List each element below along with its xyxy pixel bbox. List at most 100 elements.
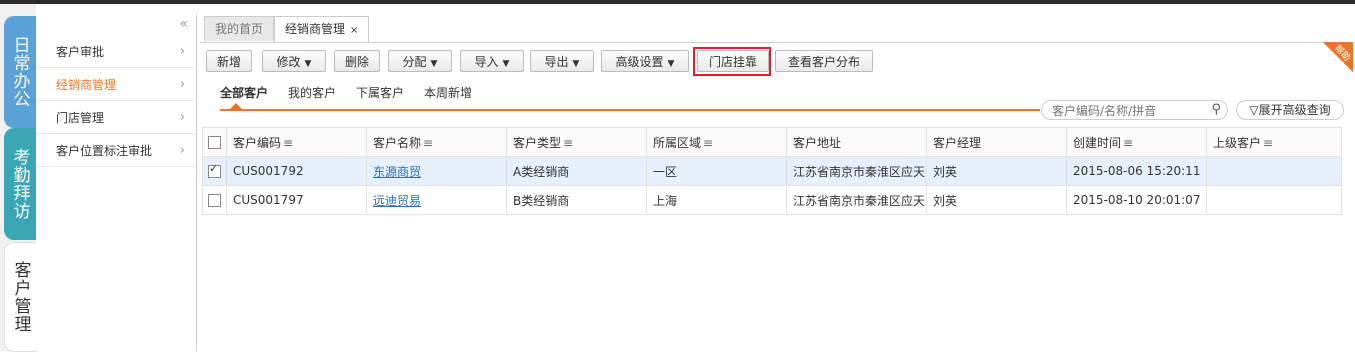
column-label: 客户类型 — [513, 135, 562, 150]
module-tab-attendance[interactable]: 考勤拜访 — [4, 128, 36, 240]
row-checkbox[interactable] — [208, 162, 221, 178]
menu-item-dealer-management[interactable]: 经销商管理 › — [36, 69, 195, 101]
column-label: 客户编码 — [233, 135, 282, 150]
cell-name: 东源商贸 — [366, 156, 507, 186]
column-header[interactable]: 上级客户 ≡ — [1206, 127, 1342, 157]
column-header[interactable]: 所属区域 ≡ — [646, 127, 787, 157]
import-label: 导入 — [474, 55, 499, 69]
chevron-right-icon: › — [179, 44, 185, 59]
tab-home[interactable]: 我的首页 — [204, 16, 275, 41]
customer-name-link[interactable]: 东源商贸 — [373, 165, 421, 179]
edit-label: 修改 — [276, 55, 301, 69]
tab-all-customers[interactable]: 全部客户 — [220, 84, 268, 101]
menu-item-customer-approval[interactable]: 客户审批 › — [36, 36, 195, 68]
module-tab-daily-office[interactable]: 日常办公 — [4, 16, 36, 128]
tab-my-customers[interactable]: 我的客户 — [288, 84, 336, 101]
menu-item-label: 客户审批 — [56, 45, 105, 59]
assign-button[interactable]: 分配 ▼ — [388, 50, 452, 72]
menu-item-label: 客户位置标注审批 — [56, 144, 153, 158]
search-input[interactable] — [1050, 102, 1204, 120]
sub-menu: « 客户审批 › 经销商管理 › 门店管理 › 客户位置标注审批 › — [36, 14, 197, 351]
search-box: ⚲ — [1041, 100, 1228, 120]
column-label: 创建时间 — [1073, 135, 1122, 150]
import-button[interactable]: 导入 ▼ — [460, 50, 524, 72]
cell-parent — [1206, 185, 1342, 215]
row-select-cell — [202, 156, 227, 186]
cell-code: CUS001797 — [226, 185, 367, 215]
column-header[interactable]: 创建时间 ≡ — [1066, 127, 1207, 157]
top-border — [0, 0, 1355, 4]
column-label: 上级客户 — [1213, 135, 1262, 150]
tab-dealer-management[interactable]: 经销商管理 × — [274, 16, 370, 42]
cell-address: 江苏省南京市秦淮区应天 — [786, 156, 927, 186]
sort-icon: ≡ — [283, 135, 294, 150]
advanced-settings-button[interactable]: 高级设置 ▼ — [601, 50, 689, 72]
help-corner[interactable]: 帮助 — [1323, 42, 1353, 72]
menu-item-location-approval[interactable]: 客户位置标注审批 › — [36, 135, 195, 167]
customer-table: 客户编码 ≡ 客户名称 ≡ 客户类型 ≡ 所属区域 ≡ 客户地址 客户经理 创建时间 ≡ … — [202, 127, 1342, 215]
module-tabs: 日常办公 考勤拜访 客户管理 — [0, 4, 37, 352]
cell-created: 2015-08-06 15:20:11 — [1066, 156, 1207, 186]
select-all-checkbox[interactable] — [208, 136, 221, 149]
advanced-query-label: 展开高级查询 — [1258, 103, 1331, 117]
table-header-row: 客户编码 ≡ 客户名称 ≡ 客户类型 ≡ 所属区域 ≡ 客户地址 客户经理 创建时间 ≡ … — [202, 127, 1342, 157]
export-label: 导出 — [544, 55, 569, 69]
search-icon[interactable]: ⚲ — [1211, 102, 1221, 117]
table-row[interactable]: CUS001792 东源商贸 A类经销商 一区 江苏省南京市秦淮区应天 刘英 2… — [202, 156, 1342, 186]
highlight-box — [693, 47, 771, 76]
customer-name-link[interactable]: 远迪贸易 — [373, 194, 421, 208]
tabs-underline — [220, 109, 1040, 111]
assign-label: 分配 — [402, 55, 427, 69]
cell-code: CUS001792 — [226, 156, 367, 186]
cell-type: B类经销商 — [506, 185, 647, 215]
dropdown-arrow-icon: ▼ — [667, 59, 675, 69]
cell-region: 一区 — [646, 156, 787, 186]
cell-created: 2015-08-10 20:01:07 — [1066, 185, 1207, 215]
dropdown-arrow-icon: ▼ — [304, 59, 312, 69]
column-header[interactable]: 客户经理 — [926, 127, 1067, 157]
select-all-cell — [202, 127, 227, 157]
delete-label: 删除 — [344, 55, 369, 69]
column-header[interactable]: 客户类型 ≡ — [506, 127, 647, 157]
cell-parent — [1206, 156, 1342, 186]
main-content: 我的首页 经销商管理 × 帮助 新增 修改 ▼ 删除 分配 ▼ 导入 ▼ 导出 ▼ 高级设… — [200, 14, 1355, 351]
column-label: 所属区域 — [653, 135, 702, 150]
export-button[interactable]: 导出 ▼ — [530, 50, 594, 72]
column-header[interactable]: 客户地址 — [786, 127, 927, 157]
cell-manager: 刘英 — [926, 185, 1067, 215]
menu-item-label: 门店管理 — [56, 111, 105, 125]
sort-icon: ≡ — [423, 135, 434, 150]
cell-type: A类经销商 — [506, 156, 647, 186]
row-select-cell — [202, 185, 227, 215]
tab-new-this-week[interactable]: 本周新增 — [424, 84, 472, 101]
edit-button[interactable]: 修改 ▼ — [262, 50, 326, 72]
column-header[interactable]: 客户编码 ≡ — [226, 127, 367, 157]
module-tab-customer-management[interactable]: 客户管理 — [4, 242, 37, 352]
menu-item-store-management[interactable]: 门店管理 › — [36, 102, 195, 134]
tab-home-label: 我的首页 — [215, 22, 264, 36]
column-label: 客户名称 — [373, 135, 422, 150]
cell-manager: 刘英 — [926, 156, 1067, 186]
cell-name: 远迪贸易 — [366, 185, 507, 215]
column-label: 客户经理 — [933, 135, 982, 150]
tab-subordinate-customers[interactable]: 下属客户 — [356, 84, 404, 101]
row-checkbox[interactable] — [208, 194, 221, 207]
tab-current-label: 经销商管理 — [285, 22, 346, 36]
filter-icon: ▽ — [1249, 103, 1259, 117]
add-button[interactable]: 新增 — [206, 50, 252, 72]
column-header[interactable]: 客户名称 ≡ — [366, 127, 507, 157]
table-row[interactable]: CUS001797 远迪贸易 B类经销商 上海 江苏省南京市秦淮区应天 刘英 2… — [202, 185, 1342, 215]
dropdown-arrow-icon: ▼ — [430, 59, 438, 69]
advanced-query-button[interactable]: ▽展开高级查询 — [1236, 100, 1344, 120]
view-distribution-button[interactable]: 查看客户分布 — [775, 50, 873, 72]
close-icon[interactable]: × — [350, 25, 358, 36]
chevron-right-icon: › — [179, 143, 185, 158]
sort-icon: ≡ — [563, 135, 574, 150]
chevron-right-icon: › — [179, 110, 185, 125]
sort-icon: ≡ — [703, 135, 714, 150]
dropdown-arrow-icon: ▼ — [502, 59, 510, 69]
dropdown-arrow-icon: ▼ — [572, 59, 580, 69]
chevron-right-icon: › — [179, 77, 185, 92]
delete-button[interactable]: 删除 — [334, 50, 380, 72]
collapse-icon[interactable]: « — [179, 16, 188, 32]
